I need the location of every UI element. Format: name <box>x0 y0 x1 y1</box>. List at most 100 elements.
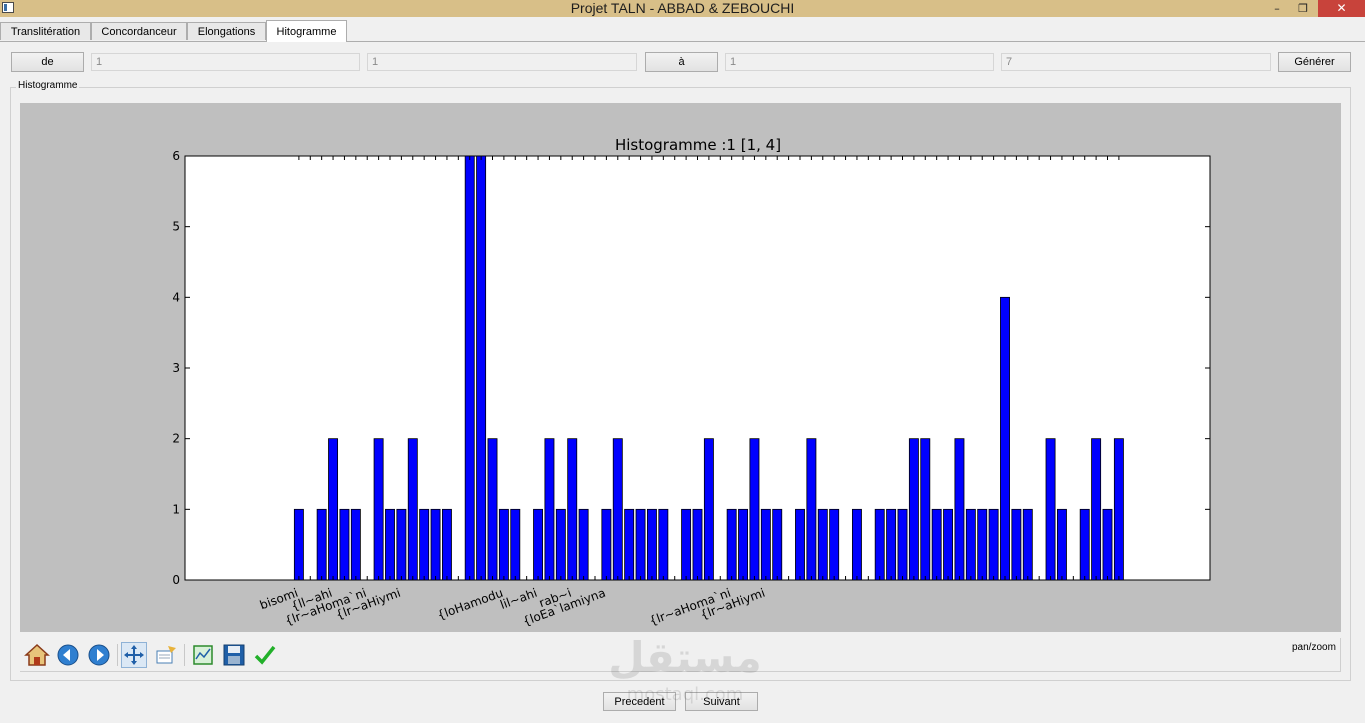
histogram-chart: Histogramme :1 [1, 4] 0123456 bisomi{ll~… <box>172 136 1211 629</box>
histogram-bar <box>1022 508 1033 581</box>
histogram-bar <box>316 508 327 581</box>
range-controls: de 1 1 à 1 7 Générer <box>0 52 1365 74</box>
histogram-bar <box>441 508 452 581</box>
histogram-bar <box>897 508 908 581</box>
y-tick-label: 2 <box>172 432 180 446</box>
close-button[interactable]: ✕ <box>1318 0 1365 17</box>
to-surah-field[interactable]: 1 <box>725 53 994 71</box>
from-button[interactable]: de <box>11 52 84 72</box>
pan-icon[interactable] <box>121 642 147 668</box>
histogram-bar <box>795 508 805 581</box>
histogram-bar <box>510 508 521 581</box>
to-ayah-field[interactable]: 7 <box>1001 53 1271 71</box>
histogram-bar <box>601 508 612 581</box>
subplots-icon[interactable] <box>190 642 216 668</box>
histogram-bar <box>874 508 885 581</box>
histogram-bar <box>396 508 407 581</box>
home-icon[interactable] <box>24 642 50 668</box>
histogram-bar <box>920 438 931 581</box>
from-ayah-field[interactable]: 1 <box>367 53 637 71</box>
tab-histogramme[interactable]: Hitogramme <box>266 20 347 42</box>
histogram-bar <box>407 438 418 581</box>
histogram-bar <box>851 508 862 581</box>
toolbar-separator <box>184 644 185 666</box>
histogram-bar <box>681 508 692 581</box>
back-icon[interactable] <box>55 642 81 668</box>
histogram-bar <box>760 508 771 581</box>
histogram-bar <box>829 508 840 581</box>
maximize-button[interactable]: ❐ <box>1292 0 1314 17</box>
histogram-bar <box>965 508 976 581</box>
histogram-bar <box>646 508 657 581</box>
histogram-bar <box>1056 508 1067 581</box>
y-tick-label: 6 <box>172 149 180 163</box>
navigation-toolbar: pan/zoom <box>20 638 1341 672</box>
histogram-bar <box>555 508 566 581</box>
next-button[interactable]: Suivant <box>685 692 758 711</box>
histogram-bar <box>328 438 339 581</box>
histogram-bar <box>293 508 304 581</box>
histogram-bar <box>487 438 498 581</box>
y-tick-label: 3 <box>172 361 180 375</box>
histogram-bar <box>339 508 350 581</box>
histogram-bar <box>498 508 509 581</box>
save-icon[interactable] <box>221 642 247 668</box>
histogram-bar <box>1102 508 1113 581</box>
toolbar-mode-label: pan/zoom <box>1292 642 1336 653</box>
previous-button[interactable]: Precedent <box>603 692 676 711</box>
histogram-bar <box>806 438 817 581</box>
tab-concordanceur[interactable]: Concordanceur <box>91 22 187 40</box>
plot-canvas[interactable]: Histogramme :1 [1, 4] 0123456 bisomi {ll~… <box>20 103 1341 632</box>
histogram-bar <box>1000 296 1010 581</box>
groupbox-label: Histogramme <box>16 80 80 91</box>
y-tick-label: 5 <box>172 220 180 234</box>
title-bar: Projet TALN - ABBAD & ZEBOUCHI – ❐ ✕ <box>0 0 1365 17</box>
histogram-bar <box>612 438 623 581</box>
histogram-bar <box>977 508 988 581</box>
tab-transliteration[interactable]: Translitération <box>0 22 91 40</box>
histogram-bar <box>1045 438 1056 581</box>
histogram-bar <box>624 508 635 581</box>
from-surah-field[interactable]: 1 <box>91 53 360 71</box>
zoom-icon[interactable] <box>153 642 179 668</box>
forward-icon[interactable] <box>86 642 112 668</box>
histogram-bar <box>373 438 384 581</box>
histogram-bar <box>430 508 441 581</box>
histogram-bar <box>1011 508 1022 581</box>
chart-title: Histogramme :1 [1, 4] <box>615 136 781 154</box>
histogram-bar <box>544 438 555 581</box>
window-title: Projet TALN - ABBAD & ZEBOUCHI <box>570 0 795 16</box>
histogram-bar <box>476 155 487 581</box>
histogram-bar <box>772 508 783 581</box>
histogram-bar <box>1079 508 1090 581</box>
histogram-bar <box>350 508 361 581</box>
histogram-bar <box>1091 438 1102 581</box>
x-tick-label: {loHamodu <box>435 586 505 623</box>
histogram-bar <box>703 438 714 581</box>
histogram-bar <box>464 155 475 581</box>
histogram-bar <box>908 438 919 581</box>
minimize-button[interactable]: – <box>1266 0 1288 17</box>
histogram-bar <box>385 508 395 581</box>
histogram-bar <box>419 508 430 581</box>
histogram-bar <box>817 508 828 581</box>
tab-bar: Translitération Concordanceur Elongation… <box>0 20 1365 42</box>
to-button[interactable]: à <box>645 52 718 72</box>
y-tick-label: 4 <box>172 290 180 304</box>
histogram-bar <box>749 438 760 581</box>
generate-button[interactable]: Générer <box>1278 52 1351 72</box>
histogram-bar <box>658 508 669 581</box>
histogram-bar <box>943 508 954 581</box>
histogram-bar <box>931 508 942 581</box>
histogram-bar <box>738 508 749 581</box>
tab-elongations[interactable]: Elongations <box>187 22 266 40</box>
x-tick-label: lil~ahi <box>498 586 539 612</box>
edit-icon[interactable] <box>252 642 278 668</box>
histogram-bar <box>578 508 589 581</box>
y-tick-label: 0 <box>172 573 180 587</box>
toolbar-separator <box>117 644 118 666</box>
histogram-bar <box>886 508 897 581</box>
histogram-bar <box>635 508 646 581</box>
histogram-bar <box>726 508 737 581</box>
y-tick-label: 1 <box>172 502 180 516</box>
